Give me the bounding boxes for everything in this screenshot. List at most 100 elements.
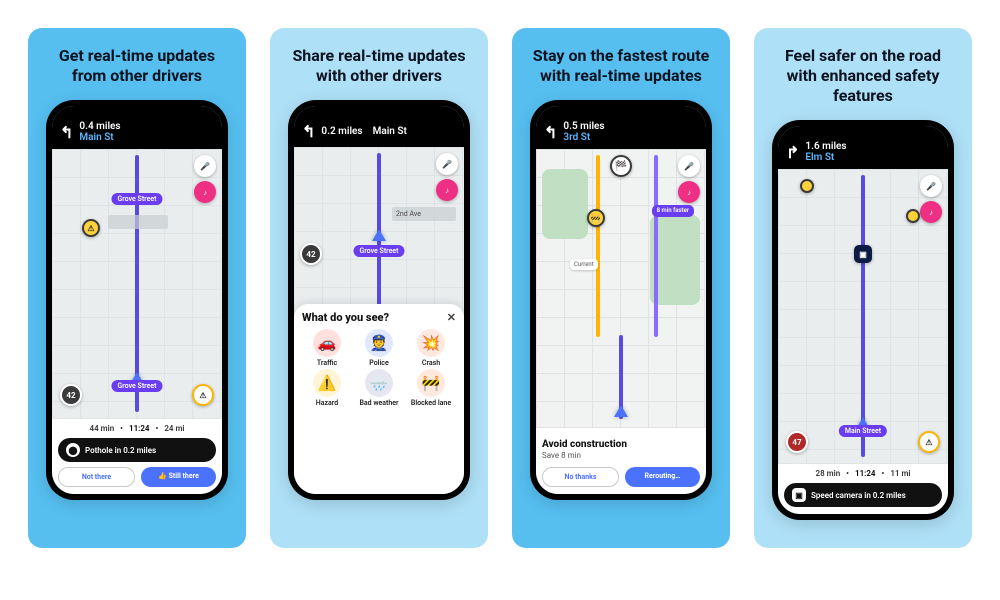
screenshot-card-2: Share real-time updates with other drive… [270,28,488,548]
speed-camera-marker-icon[interactable]: ▣ [854,245,872,263]
music-button[interactable]: ♪ [920,201,942,223]
hazard-badge-icon[interactable]: ⚠ [192,384,214,406]
report-lane[interactable]: 🚧Blocked lane [406,369,456,407]
nav-text: 0.4 miles Main St [79,122,120,143]
hazard-marker-icon[interactable]: ⚠ [82,219,100,237]
marker-icon[interactable] [800,179,814,193]
nav-text: 0.5 miles 3rd St [563,122,604,143]
current-location-icon [372,229,386,241]
phone-notch [833,126,893,140]
report-crash[interactable]: 💥Crash [406,329,456,367]
phone-frame: ↰ 0.5 miles 3rd St 🎤 ♪ 🏁 🚧 8 min faster … [530,100,712,500]
bottom-panel: 28 min• 11:24• 11 mi ▣ Speed camera in 0… [778,463,948,514]
no-thanks-button[interactable]: No thanks [542,467,619,487]
prompt-subtitle: Save 8 min [542,451,700,460]
not-there-button[interactable]: Not there [58,467,135,487]
screenshot-card-3: Stay on the fastest route with real-time… [512,28,730,548]
headline: Get real-time updates from other drivers [28,46,246,100]
construction-marker-icon[interactable]: 🚧 [587,209,605,227]
nav-text: 1.6 miles Elm St [805,142,846,163]
current-route-line [596,155,600,337]
phone-frame: ↰ 0.2 miles Main St 🎤 ♪ 2nd Ave 42 Grove… [288,100,470,500]
route-line [861,175,865,457]
eta-distance: 24 mi [164,424,184,433]
nav-distance: 0.2 miles [321,126,362,137]
voice-search-button[interactable]: 🎤 [436,153,458,175]
road-segment [108,215,168,229]
turn-left-icon: ↰ [60,123,73,142]
street-pill: Grove Street [353,245,404,257]
music-button[interactable]: ♪ [436,179,458,201]
speed-badge: 42 [60,384,82,406]
phone-frame: ↱ 1.6 miles Elm St 🎤 ♪ ▣ Main Street 47 … [772,120,954,520]
alert-text: Pothole in 0.2 miles [85,446,156,455]
still-there-button[interactable]: 👍 Still there [141,467,216,487]
bottom-panel: Avoid construction Save 8 min No thanks … [536,427,706,494]
sheet-title: What do you see? [302,311,389,324]
speed-badge-over: 47 [786,431,808,453]
eta-duration: 28 min [816,469,841,478]
prompt-title: Avoid construction [542,439,700,450]
traffic-icon: 🚗 [313,329,341,357]
reroute-buttons: No thanks Rerouting… [542,467,700,487]
report-grid: 🚗Traffic 👮Police 💥Crash ⚠️Hazard 🌧️Bad w… [302,329,456,407]
voice-search-button[interactable]: 🎤 [678,155,700,177]
nav-street: 3rd St [563,133,604,144]
headline: Feel safer on the road with enhanced saf… [754,46,972,120]
camera-alert: ▣ Speed camera in 0.2 miles [784,483,942,507]
speed-badge: 42 [300,243,322,265]
report-weather[interactable]: 🌧️Bad weather [354,369,404,407]
phone-notch [591,106,651,120]
music-button[interactable]: ♪ [194,181,216,203]
confirm-buttons: Not there 👍 Still there [58,467,216,487]
phone-screen: ↱ 1.6 miles Elm St 🎤 ♪ ▣ Main Street 47 … [778,126,948,514]
street-pill: Grove Street [111,380,162,392]
turn-left-icon: ↰ [302,122,315,141]
turn-left-icon: ↰ [544,123,557,142]
music-button[interactable]: ♪ [678,181,700,203]
nav-street: Main St [79,133,120,144]
phone-screen: ↰ 0.5 miles 3rd St 🎤 ♪ 🏁 🚧 8 min faster … [536,106,706,494]
phone-screen: ↰ 0.2 miles Main St 🎤 ♪ 2nd Ave 42 Grove… [294,106,464,494]
park-shape [542,169,588,239]
phone-frame: ↰ 0.4 miles Main St 🎤 ♪ Grove Street ⚠ 4… [46,100,228,500]
headline: Share real-time updates with other drive… [270,46,488,100]
nav-street: Main St [373,126,407,137]
street-pill: Grove Street [111,193,162,205]
report-traffic[interactable]: 🚗Traffic [302,329,352,367]
map-view[interactable]: 🎤 ♪ Grove Street ⚠ 42 ⚠ Grove Street [52,149,222,418]
rerouting-button[interactable]: Rerouting… [625,467,700,487]
map-view[interactable]: 🎤 ♪ 🏁 🚧 8 min faster Current [536,149,706,427]
report-police[interactable]: 👮Police [354,329,404,367]
weather-icon: 🌧️ [365,369,393,397]
phone-screen: ↰ 0.4 miles Main St 🎤 ♪ Grove Street ⚠ 4… [52,106,222,494]
alert-text: Speed camera in 0.2 miles [811,491,906,500]
headline: Stay on the fastest route with real-time… [512,46,730,100]
pothole-icon: ⬤ [66,443,80,457]
voice-search-button[interactable]: 🎤 [920,175,942,197]
voice-search-button[interactable]: 🎤 [194,155,216,177]
destination-icon: 🏁 [610,155,632,177]
phone-notch [349,106,409,120]
eta-distance: 11 mi [890,469,910,478]
nav-street: Elm St [805,153,846,164]
speed-camera-icon: ▣ [792,488,806,502]
bottom-panel: 44 min• 11:24• 24 mi ⬤ Pothole in 0.2 mi… [52,418,222,494]
nav-distance: 0.5 miles [563,122,604,133]
eta-row: 28 min• 11:24• 11 mi [784,469,942,478]
police-icon: 👮 [365,329,393,357]
map-view[interactable]: 🎤 ♪ ▣ Main Street 47 ⚠ [778,169,948,463]
hazard-badge-icon[interactable]: ⚠ [918,431,940,453]
map-view[interactable]: 🎤 ♪ 2nd Ave 42 Grove Street What do you … [294,147,464,494]
nav-distance: 1.6 miles [805,142,846,153]
report-hazard[interactable]: ⚠️Hazard [302,369,352,407]
close-button[interactable]: ✕ [447,311,456,324]
eta-arrival: 11:24 [129,424,149,433]
current-route-label: Current [570,259,598,270]
current-location-icon [614,405,628,417]
marker-icon[interactable] [906,209,920,223]
eta-row: 44 min• 11:24• 24 mi [58,424,216,433]
eta-duration: 44 min [90,424,115,433]
faster-badge: 8 min faster [652,205,694,217]
phone-notch [107,106,167,120]
